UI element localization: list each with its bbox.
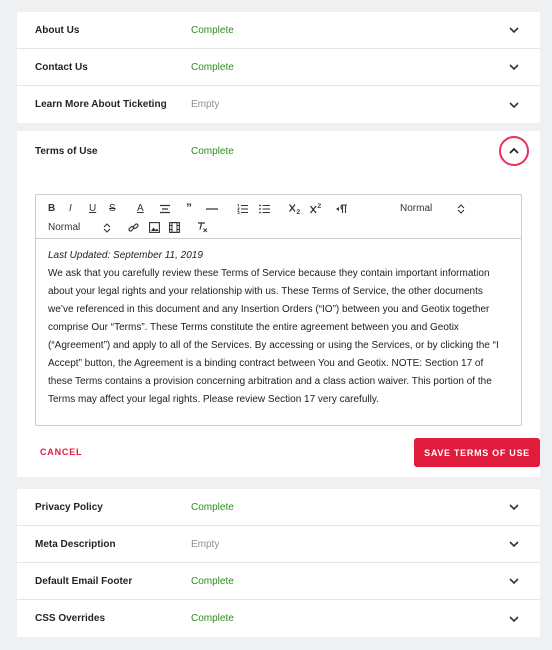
section-row-meta-description[interactable]: Meta Description Empty: [17, 526, 540, 563]
select-arrows-icon[interactable]: [457, 204, 465, 214]
section-status: Complete: [191, 61, 234, 73]
chevron-down-icon[interactable]: [508, 61, 520, 73]
cancel-button[interactable]: CANCEL: [40, 447, 82, 457]
sections-list-bottom: Privacy Policy Complete Meta Description…: [17, 489, 540, 637]
section-name: About Us: [35, 24, 80, 36]
section-name: CSS Overrides: [35, 613, 106, 624]
section-status: Complete: [191, 575, 234, 587]
section-row-about-us[interactable]: About Us Complete: [17, 12, 540, 49]
section-status: Complete: [191, 501, 234, 513]
section-row-privacy-policy[interactable]: Privacy Policy Complete: [17, 489, 540, 526]
video-icon[interactable]: [169, 222, 180, 233]
size-select[interactable]: Normal: [48, 219, 80, 236]
toolbar-row-1: B I U S A ” Normal: [48, 200, 511, 217]
text-direction-icon[interactable]: [336, 204, 348, 214]
collapse-section-button[interactable]: [499, 136, 529, 166]
superscript-icon[interactable]: [310, 203, 322, 214]
italic-button[interactable]: I: [69, 200, 72, 217]
terms-body-text: We ask that you carefully review these T…: [48, 268, 499, 405]
section-name: Privacy Policy: [35, 501, 103, 513]
bullet-list-icon[interactable]: [259, 204, 270, 214]
chevron-down-icon[interactable]: [508, 24, 520, 36]
image-icon[interactable]: [149, 222, 160, 233]
editor-content[interactable]: Last Updated: September 11, 2019 We ask …: [36, 239, 521, 425]
section-row-css-overrides[interactable]: CSS Overrides Complete: [17, 600, 540, 637]
section-status: Empty: [191, 538, 220, 550]
select-arrows-icon[interactable]: [103, 223, 111, 233]
link-icon[interactable]: [128, 222, 139, 233]
section-status: Complete: [191, 24, 234, 36]
section-terms-of-use-expanded: Terms of Use Complete B I U S A ” Normal…: [17, 131, 540, 477]
chevron-down-icon[interactable]: [508, 99, 520, 111]
header-select[interactable]: Normal: [400, 200, 432, 217]
section-header[interactable]: Terms of Use Complete: [17, 131, 540, 173]
section-name: Meta Description: [35, 538, 116, 550]
section-row-contact-us[interactable]: Contact Us Complete: [17, 49, 540, 86]
section-row-learn-more[interactable]: Learn More About Ticketing Empty: [17, 86, 540, 123]
blockquote-button[interactable]: ”: [186, 200, 192, 217]
save-terms-button[interactable]: SAVE TERMS OF USE: [414, 438, 540, 467]
toolbar-row-2: Normal: [48, 219, 511, 236]
horizontal-rule-icon[interactable]: [206, 204, 218, 214]
section-row-default-email-footer[interactable]: Default Email Footer Complete: [17, 563, 540, 600]
chevron-down-icon[interactable]: [508, 538, 520, 550]
bold-button[interactable]: B: [48, 200, 55, 217]
rich-text-editor[interactable]: B I U S A ” Normal Normal Last Updated: …: [35, 194, 522, 426]
clear-format-icon[interactable]: [197, 222, 209, 233]
subscript-icon[interactable]: [289, 203, 301, 214]
section-name: Terms of Use: [35, 146, 98, 157]
align-icon[interactable]: [160, 204, 170, 214]
chevron-down-icon[interactable]: [508, 613, 520, 625]
editor-toolbar: B I U S A ” Normal Normal: [36, 195, 521, 239]
section-name: Contact Us: [35, 61, 88, 73]
font-color-button[interactable]: A: [137, 200, 144, 217]
section-name: Learn More About Ticketing: [35, 99, 167, 110]
chevron-down-icon[interactable]: [508, 575, 520, 587]
section-name: Default Email Footer: [35, 575, 133, 587]
sections-list-top: About Us Complete Contact Us Complete Le…: [17, 12, 540, 123]
section-status: Complete: [191, 146, 234, 157]
chevron-down-icon[interactable]: [508, 501, 520, 513]
ordered-list-icon[interactable]: [237, 204, 248, 214]
section-status: Complete: [191, 613, 234, 624]
chevron-up-icon: [509, 147, 519, 154]
underline-button[interactable]: U: [89, 200, 96, 217]
last-updated-text: Last Updated: September 11, 2019: [48, 250, 203, 261]
section-status: Empty: [191, 99, 220, 110]
page: About Us Complete Contact Us Complete Le…: [0, 0, 552, 650]
strike-button[interactable]: S: [109, 200, 116, 217]
